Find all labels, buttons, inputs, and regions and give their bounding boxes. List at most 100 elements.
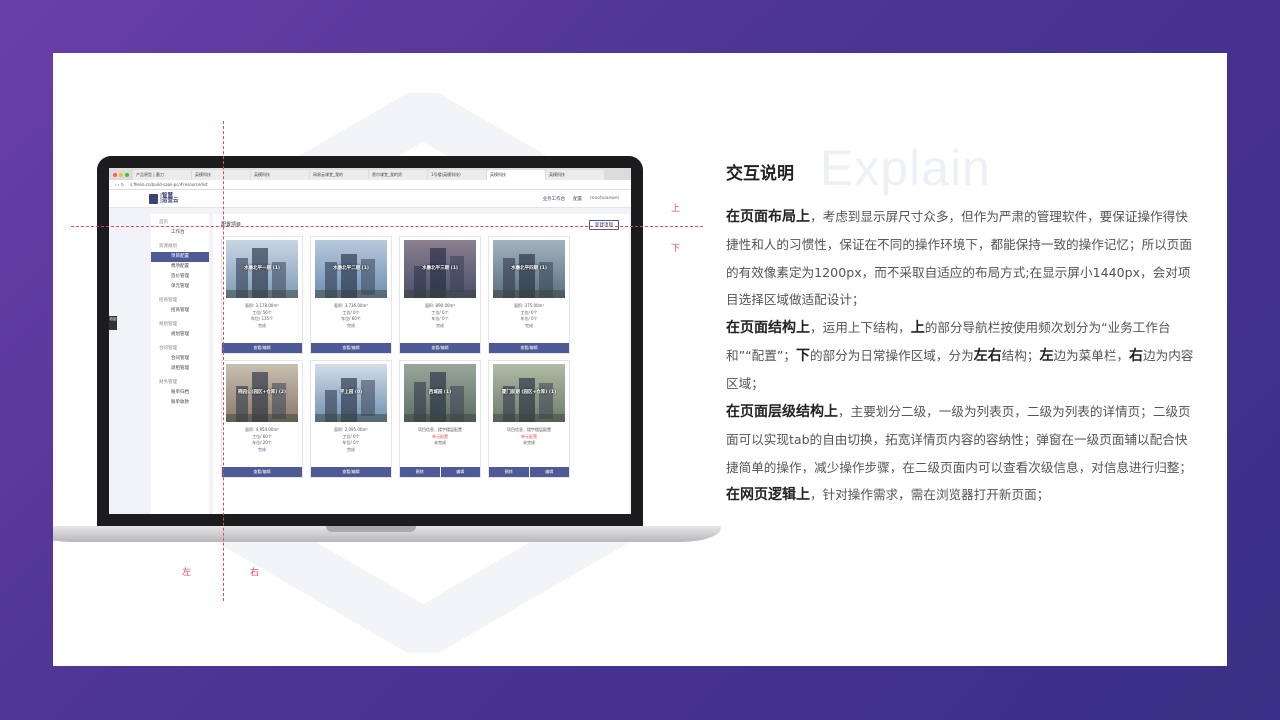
url-text[interactable]: s.fhelia.cn/build-saas-pc/#resource/list (130, 182, 208, 187)
project-card[interactable]: 水墨北平四期 (1) 面积: 375.00m² 工位/ 0个 车位/ 0个 完成 查看/编… (488, 236, 570, 354)
card-primary-button[interactable]: 查看/编辑 (222, 467, 302, 477)
workbench-link[interactable]: 业务工作台 (543, 196, 566, 202)
card-primary-button[interactable]: 查看/编辑 (222, 343, 302, 353)
project-card[interactable]: 水墨北平三期 (1) 面积: 890.00m² 工位/ 0个 车位/ 0个 完成查看/编… (399, 236, 481, 354)
project-info: 面积: 890.00m² 工位/ 0个 车位/ 0个 完成 (400, 303, 480, 329)
app-body: 收起 首页 工作台 资源规划 项目配置 费项配置 造价管理 单元管理 招商管理 … (109, 208, 631, 514)
minimize-dot[interactable] (119, 173, 123, 177)
card-primary-button[interactable]: 删除 (400, 467, 440, 477)
sidebar-item-bill-collect[interactable]: 账单收款 (151, 398, 209, 408)
card-primary-button[interactable]: 查看/编辑 (311, 467, 391, 477)
logo-text: |智慧 |运营云 (160, 192, 179, 204)
sidebar-item-workbench[interactable]: 工作台 (151, 228, 209, 238)
card-actions: 删除 编辑 (400, 467, 480, 477)
project-photo[interactable]: 厦门前期 (园区+仓库) (1) (493, 364, 565, 422)
browser-tab[interactable]: 英模科技 (546, 170, 604, 180)
guide-label-right: 右 (250, 568, 260, 578)
browser-tab[interactable]: 1号楼(英模科技) (428, 170, 486, 180)
explain-title: 交互说明 (726, 164, 794, 184)
config-link[interactable]: 配置 (573, 196, 582, 202)
project-card[interactable]: 水墨北平二期 (1) 面积: 3,736.00m² 工位/ 0个 车位/ 60个 完成查… (310, 236, 392, 354)
browser-tab[interactable]: 网易云课堂_我的 (310, 170, 368, 180)
sidebar-group-leasing[interactable]: 招商管理 (151, 296, 209, 306)
card-secondary-button[interactable]: 编辑 (440, 467, 480, 477)
sidebar-item-unit[interactable]: 单元管理 (151, 282, 209, 292)
sidebar-item-fee-config[interactable]: 费项配置 (151, 262, 209, 272)
browser-tab[interactable]: 英模科技 (251, 170, 309, 180)
window-controls (113, 173, 129, 177)
sidebar-item-project-config[interactable]: 项目配置 (151, 252, 209, 262)
project-info: 面积: 3,178.00m² 工位/ 56个 车位/ 115个 完成 (222, 303, 302, 329)
project-info: 项目信息、楼宇楼层配置 单元配置 未完成 (400, 427, 480, 447)
sidebar-item-planning[interactable]: 规划管理 (151, 330, 209, 340)
project-name: 水墨北平三期 (1) (422, 266, 458, 271)
sidebar-item-contract[interactable]: 合同管理 (151, 354, 209, 364)
project-photo[interactable]: 水墨北平一期 (1) (226, 240, 298, 298)
project-info: 面积: 4,954.00m² 工位/ 60个 车位/ 20个 完成 (222, 427, 302, 453)
browser-tabbar: 产品原型 | 墨刀 英模科技 英模科技 网易云课堂_我的 悉尔课堂_我的资 1号… (109, 168, 631, 180)
project-name: 水墨北平二期 (1) (333, 266, 369, 271)
content-area: 配置项目 新建项目 水墨北平一期 (1) 面积: 3,178.00m² 工位/ 56… (213, 214, 629, 514)
card-status: 完成 (347, 322, 355, 328)
project-photo[interactable]: 水墨北平四期 (1) (493, 240, 565, 298)
project-name: 水墨北平一期 (1) (244, 266, 280, 271)
project-card[interactable]: 西城园 (1) 项目信息、楼宇楼层配置 单元配置 未完成删除 编辑 (399, 360, 481, 478)
project-info: 面积: 3,736.00m² 工位/ 0个 车位/ 60个 完成 (311, 303, 391, 329)
card-primary-button[interactable]: 查看/编辑 (311, 343, 391, 353)
header-nav: 业务工作台 配置 moohuanwei (543, 196, 619, 202)
new-project-button[interactable]: 新建项目 (589, 219, 619, 230)
sidebar-group-resource[interactable]: 资源规划 (151, 242, 209, 252)
maximize-dot[interactable] (125, 173, 129, 177)
card-primary-button[interactable]: 查看/编辑 (400, 343, 480, 353)
project-card[interactable]: 学上园 (0) 面积: 2,095.00m² 工位/ 0个 车位/ 0个 完成查看/编辑 (310, 360, 392, 478)
guide-label-left: 左 (182, 568, 192, 578)
user-menu[interactable]: moohuanwei (590, 196, 619, 202)
nav-arrows-icon[interactable]: ‹ › ↻ (115, 182, 124, 187)
close-dot[interactable] (113, 173, 117, 177)
browser-tab[interactable]: 悉尔课堂_我的资 (369, 170, 427, 180)
project-card[interactable]: 厦门前期 (园区+仓库) (1) 项目信息、楼宇楼层配置 单元配置 未完成 删除 编辑 (488, 360, 570, 478)
browser-tab[interactable]: 英模科技 (192, 170, 250, 180)
sidebar-item-price[interactable]: 造价管理 (151, 272, 209, 282)
browser-tab-active[interactable]: 英模科技 (487, 170, 545, 180)
project-grid: 水墨北平一期 (1) 面积: 3,178.00m² 工位/ 56个 车位/ 115个完… (213, 230, 629, 484)
collapse-tag[interactable]: 收起 (109, 316, 117, 330)
horizontal-guide (71, 226, 703, 227)
project-photo[interactable]: 晓园公(园区+仓库) (2) (226, 364, 298, 422)
guide-label-top: 上 (671, 204, 681, 214)
sidebar-item-return[interactable]: 退租管理 (151, 364, 209, 374)
explain-watermark: Explain (820, 140, 991, 196)
project-info: 面积: 2,095.00m² 工位/ 0个 车位/ 0个 完成 (311, 427, 391, 453)
vertical-guide (223, 121, 224, 601)
card-actions: 删除 编辑 (489, 467, 569, 477)
project-name: 西城园 (1) (428, 390, 452, 395)
sidebar-group-contract[interactable]: 合同管理 (151, 344, 209, 354)
sidebar-group-finance[interactable]: 财务管理 (151, 378, 209, 388)
project-photo[interactable]: 西城园 (1) (404, 364, 476, 422)
laptop-screen: 产品原型 | 墨刀 英模科技 英模科技 网易云课堂_我的 悉尔课堂_我的资 1号… (109, 168, 631, 514)
card-primary-button[interactable]: 删除 (489, 467, 529, 477)
project-card[interactable]: 水墨北平一期 (1) 面积: 3,178.00m² 工位/ 56个 车位/ 115个完… (221, 236, 303, 354)
sidebar-group-planning[interactable]: 规划管理 (151, 320, 209, 330)
browser-tab[interactable]: 产品原型 | 墨刀 (133, 170, 191, 180)
card-status: 未完成 (434, 440, 446, 445)
card-primary-button[interactable]: 查看/编辑 (489, 343, 569, 353)
explain-paragraph: 在页面结构上，运用上下结构，上的部分导航栏按使用频次划分为“业务工作台和”“配置… (726, 319, 1194, 392)
card-status: 完成 (258, 322, 266, 328)
project-name: 水墨北平四期 (1) (511, 266, 547, 271)
card-actions: 查看/编辑 (222, 467, 302, 477)
sidebar-item-leasing[interactable]: 招商管理 (151, 306, 209, 316)
laptop-notch (326, 526, 416, 532)
project-photo[interactable]: 学上园 (0) (315, 364, 387, 422)
sidebar-item-bill-archive[interactable]: 账单归档 (151, 388, 209, 398)
address-bar[interactable]: ‹ › ↻ s.fhelia.cn/build-saas-pc/#resourc… (109, 180, 631, 190)
project-card[interactable]: 晓园公(园区+仓库) (2) 面积: 4,954.00m² 工位/ 60个 车位/ 2… (221, 360, 303, 478)
app-logo[interactable]: |智慧 |运营云 (149, 192, 179, 204)
slide-card: 产品原型 | 墨刀 英模科技 英模科技 网易云课堂_我的 悉尔课堂_我的资 1号… (53, 53, 1227, 666)
project-photo[interactable]: 水墨北平二期 (1) (315, 240, 387, 298)
card-status: 完成 (347, 446, 355, 452)
card-secondary-button[interactable]: 编辑 (529, 467, 569, 477)
guide-label-bottom: 下 (671, 244, 681, 254)
explain-paragraph: 在页面布局上，考虑到显示屏尺寸众多，但作为严肃的管理软件，要保证操作得快捷性和人… (726, 209, 1192, 308)
project-photo[interactable]: 水墨北平三期 (1) (404, 240, 476, 298)
